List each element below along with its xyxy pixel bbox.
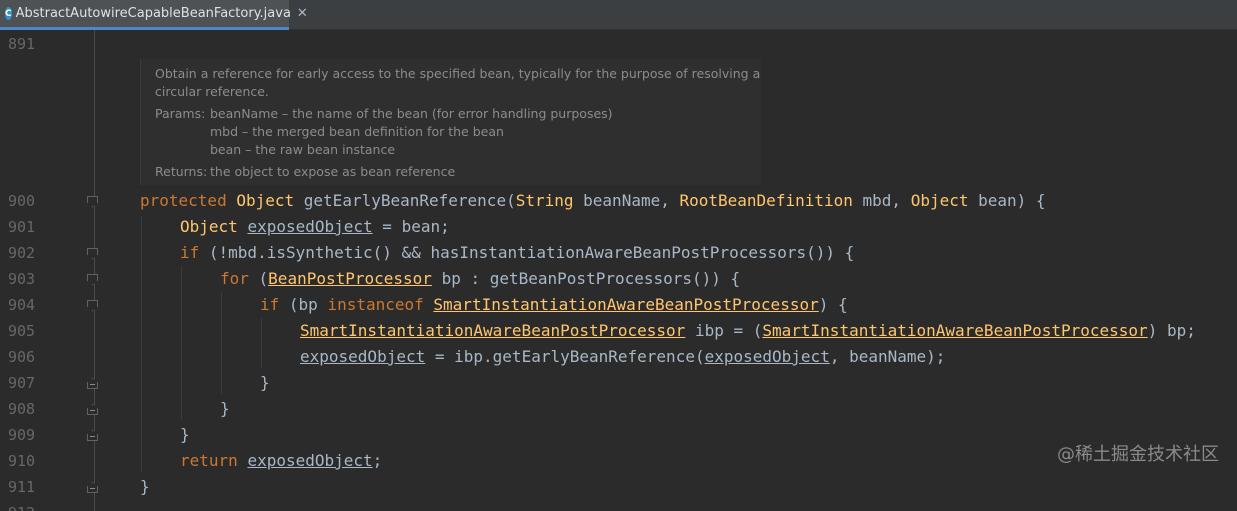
line-number: 904 xyxy=(8,296,36,314)
fold-close-icon[interactable] xyxy=(87,404,98,415)
code-text: ; xyxy=(372,451,383,470)
code-text: = bean; xyxy=(372,217,450,236)
punct: ( xyxy=(506,191,516,210)
fold-open-icon[interactable] xyxy=(87,248,98,259)
code-line-908: } xyxy=(220,396,230,422)
line-number: 902 xyxy=(8,244,36,262)
class-ref: SmartInstantiationAwareBeanPostProcessor xyxy=(762,321,1148,340)
fold-open-icon[interactable] xyxy=(87,274,98,285)
code-line-900: protected Object getEarlyBeanReference(S… xyxy=(140,188,1046,214)
doc-params-label: Params: xyxy=(155,106,206,121)
class-ref: SmartInstantiationAwareBeanPostProcessor xyxy=(300,321,686,340)
tab-abstract-autowire-capable-bean-factory[interactable]: C AbstractAutowireCapableBeanFactory.jav… xyxy=(0,0,308,30)
line-number: 912 xyxy=(8,500,48,511)
fold-close-icon[interactable] xyxy=(87,430,98,441)
method-name: getEarlyBeanReference xyxy=(303,191,507,210)
indent-guide xyxy=(181,266,182,420)
line-number: 905 xyxy=(8,322,36,340)
param: bean xyxy=(978,191,1017,210)
code-text: ) bp; xyxy=(1147,321,1196,340)
line-number: 906 xyxy=(8,348,36,366)
punct: , xyxy=(660,191,680,210)
doc-summary: Obtain a reference for early access to t… xyxy=(155,66,761,81)
class-ref: SmartInstantiationAwareBeanPostProcessor xyxy=(433,295,819,314)
code-text: bp : getBeanPostProcessors()) { xyxy=(431,269,741,288)
doc-param: mbd – the merged bean definition for the… xyxy=(210,124,504,139)
line-number: 909 xyxy=(8,426,36,444)
line-number: 900 xyxy=(8,192,36,210)
brace: } xyxy=(180,425,190,444)
tab-label: AbstractAutowireCapableBeanFactory.java xyxy=(15,6,291,21)
code-line-901: Object exposedObject = bean; xyxy=(180,214,450,240)
watermark: @稀土掘金技术社区 xyxy=(1057,444,1219,465)
code-line-907: } xyxy=(260,370,270,396)
code-line-903: for (BeanPostProcessor bp : getBeanPostP… xyxy=(220,266,740,292)
code-text: ) { xyxy=(818,295,848,314)
fold-open-icon[interactable] xyxy=(87,300,98,311)
code-line-906: exposedObject = ibp.getEarlyBeanReferenc… xyxy=(300,344,945,370)
indent-guide xyxy=(141,216,142,472)
line-number: 911 xyxy=(8,478,36,496)
keyword: if xyxy=(180,243,200,262)
code-text: = ibp.getEarlyBeanReference( xyxy=(425,347,705,366)
punct: , xyxy=(891,191,911,210)
class-ref: BeanPostProcessor xyxy=(268,269,432,288)
line-number: 908 xyxy=(8,400,36,418)
indent-guide xyxy=(221,292,222,394)
code-line-910: return exposedObject; xyxy=(180,448,382,474)
line-number: 910 xyxy=(8,452,36,470)
brace: } xyxy=(140,477,150,496)
code-line-911: } xyxy=(140,474,150,500)
code-line-905: SmartInstantiationAwareBeanPostProcessor… xyxy=(300,318,1196,344)
doc-param: beanName – the name of the bean (for err… xyxy=(210,106,613,121)
punct: ( xyxy=(248,269,269,288)
variable: exposedObject xyxy=(247,451,373,470)
doc-returns-label: Returns: xyxy=(155,164,208,179)
fold-close-icon[interactable] xyxy=(87,378,98,389)
variable: exposedObject xyxy=(247,217,373,236)
doc-returns: the object to expose as bean reference xyxy=(210,164,456,179)
doc-param: bean – the raw bean instance xyxy=(210,142,396,157)
line-number: 903 xyxy=(8,270,36,288)
close-icon[interactable]: ✕ xyxy=(297,6,308,21)
keyword: if xyxy=(260,295,280,314)
type: Object xyxy=(180,217,238,236)
brace: } xyxy=(220,399,230,418)
code-text: (!mbd.isSynthetic() && hasInstantiationA… xyxy=(199,243,855,262)
brace: } xyxy=(260,373,270,392)
code-text: , beanName); xyxy=(829,347,946,366)
punct: ) { xyxy=(1016,191,1046,210)
fold-open-icon[interactable] xyxy=(87,196,98,207)
type: Object xyxy=(910,191,969,210)
type: Object xyxy=(236,191,295,210)
variable: exposedObject xyxy=(704,347,830,366)
doc-summary-cont: circular reference. xyxy=(155,84,269,99)
type: String xyxy=(515,191,574,210)
code-text: (bp xyxy=(279,295,328,314)
code-line-904: if (bp instanceof SmartInstantiationAwar… xyxy=(260,292,848,318)
keyword: for xyxy=(220,269,249,288)
java-class-icon: C xyxy=(5,7,12,20)
code-line-909: } xyxy=(180,422,190,448)
keyword: return xyxy=(180,451,238,470)
line-number: 891 xyxy=(8,35,36,53)
keyword: instanceof xyxy=(327,295,424,314)
code-text: ibp = ( xyxy=(685,321,763,340)
line-number: 901 xyxy=(8,218,36,236)
fold-close-icon[interactable] xyxy=(87,482,98,493)
param: mbd xyxy=(862,191,892,210)
line-number: 907 xyxy=(8,374,36,392)
javadoc-block: Obtain a reference for early access to t… xyxy=(140,59,761,185)
indent-guide xyxy=(261,318,262,368)
param: beanName xyxy=(583,191,661,210)
type: RootBeanDefinition xyxy=(679,191,853,210)
code-editor[interactable]: 891 900 901 902 903 904 905 906 907 908 … xyxy=(0,30,1237,511)
code-line-902: if (!mbd.isSynthetic() && hasInstantiati… xyxy=(180,240,854,266)
editor-tab-bar: C AbstractAutowireCapableBeanFactory.jav… xyxy=(0,0,1237,30)
keyword: protected xyxy=(140,191,227,210)
variable: exposedObject xyxy=(300,347,426,366)
